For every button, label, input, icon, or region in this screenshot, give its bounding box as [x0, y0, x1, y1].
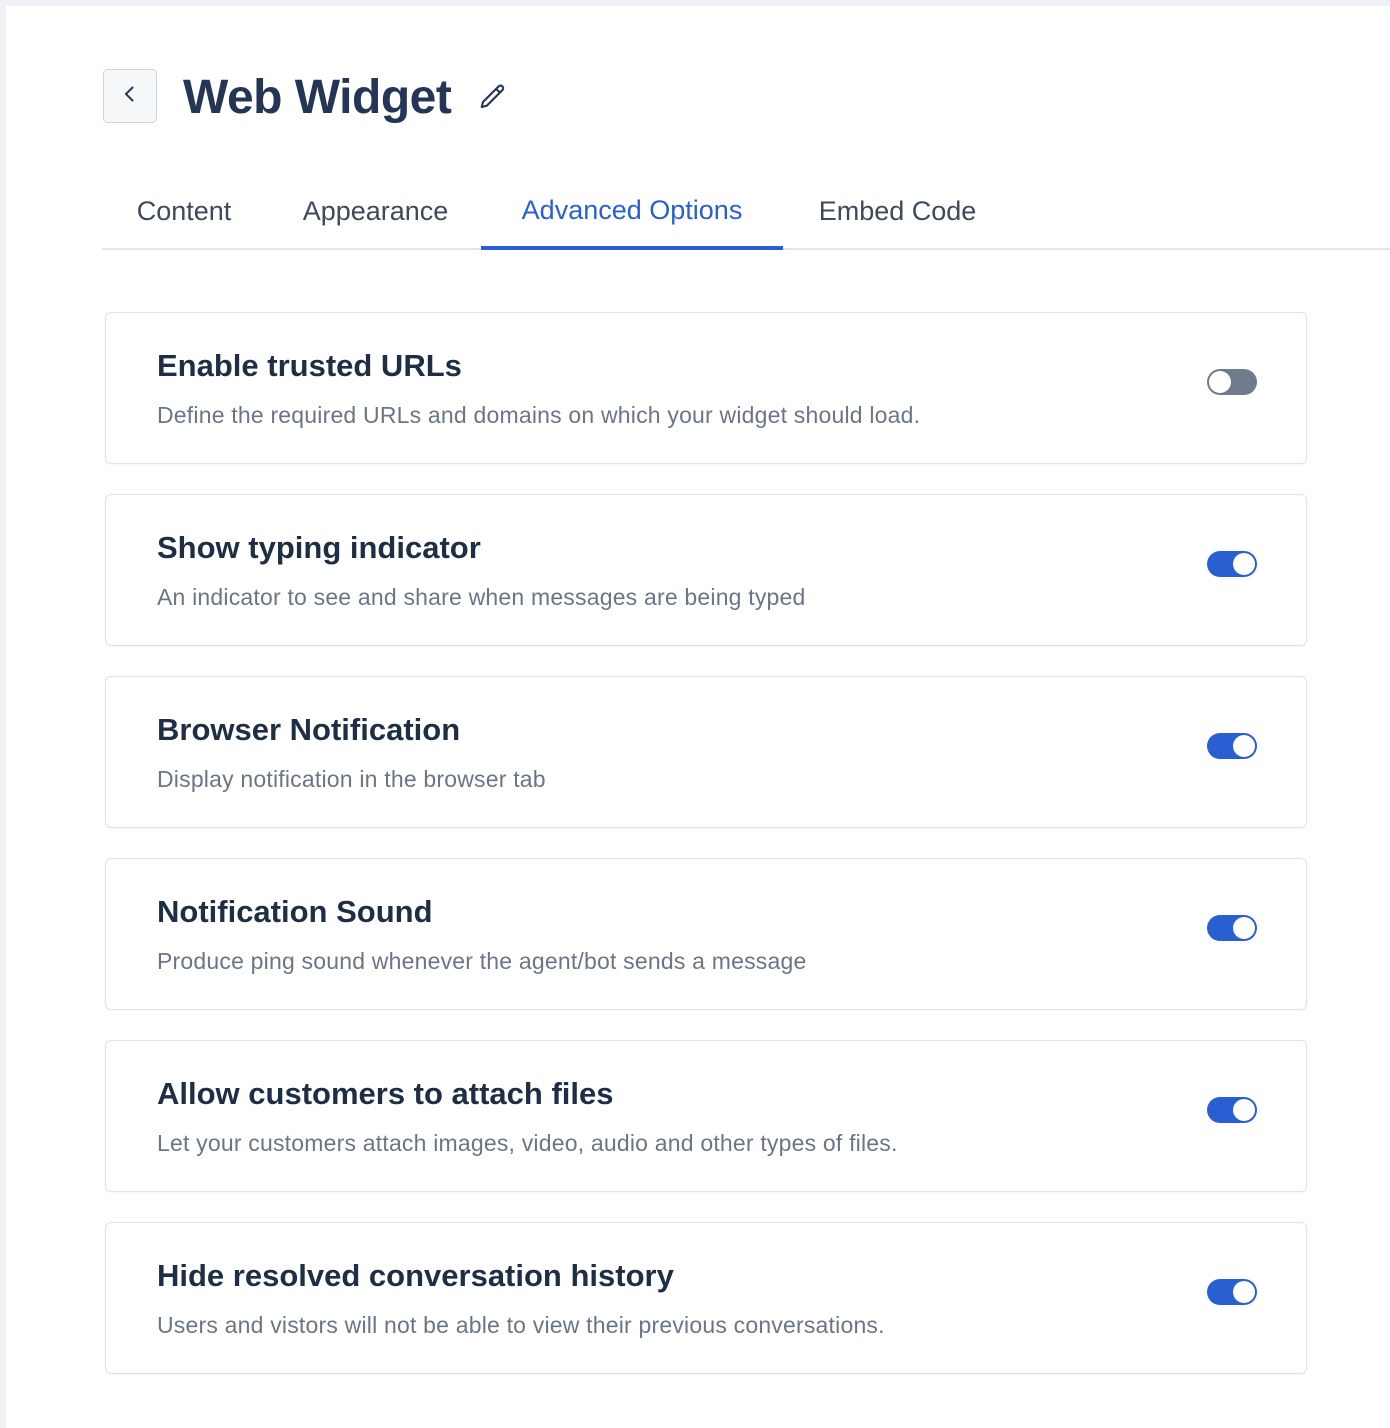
- settings-panel: Web Widget Content Appearance Advanced O…: [6, 6, 1390, 1428]
- toggle-knob: [1209, 371, 1231, 393]
- tab-label: Embed Code: [818, 195, 977, 226]
- setting-description: Let your customers attach images, video,…: [157, 1130, 898, 1156]
- setting-title: Hide resolved conversation history: [157, 1258, 674, 1293]
- setting-card-trusted-urls: Enable trusted URLs Define the required …: [105, 312, 1307, 464]
- pencil-icon: [478, 82, 508, 117]
- toggle-knob: [1233, 735, 1255, 757]
- toggle-knob: [1233, 1281, 1255, 1303]
- tab-label: Content: [136, 195, 232, 226]
- hide-resolved-history-toggle[interactable]: [1207, 1279, 1257, 1305]
- browser-notification-toggle[interactable]: [1207, 733, 1257, 759]
- setting-description: An indicator to see and share when messa…: [157, 584, 806, 610]
- setting-card-notification-sound: Notification Sound Produce ping sound wh…: [105, 858, 1307, 1010]
- setting-title: Show typing indicator: [157, 530, 481, 565]
- notification-sound-toggle[interactable]: [1207, 915, 1257, 941]
- tab-bar: Content Appearance Advanced Options Embe…: [102, 174, 1390, 250]
- toggle-knob: [1233, 1099, 1255, 1121]
- tab-appearance[interactable]: Appearance: [266, 174, 485, 248]
- setting-title: Browser Notification: [157, 712, 461, 747]
- trusted-urls-toggle[interactable]: [1207, 369, 1257, 395]
- setting-title: Notification Sound: [157, 894, 433, 929]
- tab-label: Advanced Options: [521, 194, 743, 225]
- typing-indicator-toggle[interactable]: [1207, 551, 1257, 577]
- tab-embed-code[interactable]: Embed Code: [783, 174, 1012, 248]
- setting-description: Users and vistors will not be able to vi…: [157, 1312, 885, 1338]
- chevron-left-icon: [121, 85, 139, 108]
- setting-title: Enable trusted URLs: [157, 348, 462, 383]
- toggle-knob: [1233, 917, 1255, 939]
- toggle-knob: [1233, 553, 1255, 575]
- setting-card-browser-notification: Browser Notification Display notificatio…: [105, 676, 1307, 828]
- page-title: Web Widget: [183, 71, 452, 124]
- tab-label: Appearance: [302, 195, 449, 226]
- setting-card-typing-indicator: Show typing indicator An indicator to se…: [105, 494, 1307, 646]
- setting-description: Produce ping sound whenever the agent/bo…: [157, 948, 807, 974]
- tab-advanced-options[interactable]: Advanced Options: [481, 174, 783, 250]
- setting-description: Define the required URLs and domains on …: [157, 402, 921, 428]
- setting-card-attach-files: Allow customers to attach files Let your…: [105, 1040, 1307, 1192]
- attach-files-toggle[interactable]: [1207, 1097, 1257, 1123]
- back-button[interactable]: [103, 69, 157, 123]
- setting-card-hide-resolved-history: Hide resolved conversation history Users…: [105, 1222, 1307, 1374]
- setting-description: Display notification in the browser tab: [157, 766, 546, 792]
- setting-title: Allow customers to attach files: [157, 1076, 614, 1111]
- edit-name-button[interactable]: [474, 80, 512, 118]
- tab-content[interactable]: Content: [102, 174, 266, 248]
